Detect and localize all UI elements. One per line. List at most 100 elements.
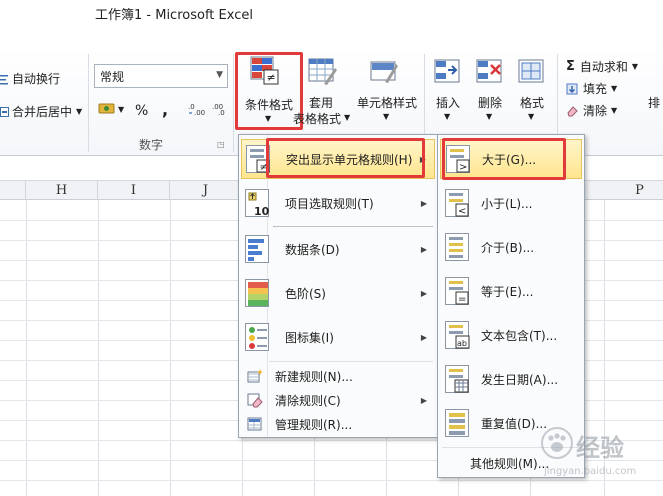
duplicate-values-icon: [445, 409, 469, 437]
title-bar: 工作簿1 - Microsoft Excel: [0, 0, 663, 48]
format-cells-icon: [518, 58, 546, 86]
wrap-text-icon: [0, 73, 10, 85]
delete-label: 删除: [477, 96, 502, 110]
manage-rules-label: 管理规则(R)...: [275, 417, 353, 432]
equal-to-icon: =: [445, 277, 469, 305]
delete-cells-button[interactable]: 删除 ▼: [470, 54, 510, 128]
submenu-item-less-than[interactable]: < 小于(L)...: [440, 183, 582, 223]
fill-label: 填充: [583, 82, 608, 96]
menu-item-clear-rules[interactable]: 清除规则(C) ▶: [241, 389, 435, 411]
icon-sets-label: 图标集(I): [285, 330, 334, 345]
annotation-highlight: [442, 138, 566, 180]
paw-icon: [540, 426, 574, 460]
menu-item-color-scales[interactable]: 色阶(S) ▶: [241, 273, 435, 313]
window-title: 工作簿1 - Microsoft Excel: [95, 8, 253, 23]
number-format-combo[interactable]: 常规 ▼: [94, 64, 228, 88]
format-as-table-button[interactable]: 套用 表格格式 ▼: [293, 54, 354, 128]
autosum-button[interactable]: Σ 自动求和 ▼: [566, 58, 638, 75]
menu-item-new-rule[interactable]: 新建规则(N)...: [241, 365, 435, 387]
cell-styles-button[interactable]: 单元格样式 ▼: [352, 54, 422, 128]
decrease-decimal-button[interactable]: .00.0: [212, 102, 230, 119]
text-contains-label: 文本包含(T)...: [481, 328, 558, 343]
gridline-vertical: [26, 200, 27, 496]
less-than-label: 小于(L)...: [481, 196, 533, 211]
column-header-j[interactable]: J: [170, 181, 242, 200]
new-rule-icon: [247, 368, 263, 384]
color-scales-label: 色阶(S): [285, 286, 326, 301]
clear-button[interactable]: 清除 ▼: [566, 102, 617, 119]
less-than-icon: <: [445, 189, 469, 217]
merge-center-button[interactable]: 合并后居中 ▼: [0, 103, 82, 120]
svg-text:<: <: [458, 206, 466, 217]
cell-styles-icon: [370, 58, 400, 86]
clear-label: 清除: [583, 104, 608, 118]
svg-text:ab: ab: [457, 339, 467, 348]
submenu-arrow-icon: ▶: [420, 244, 427, 254]
submenu-item-text-contains[interactable]: ab 文本包含(T)...: [440, 315, 582, 355]
cell-styles-label: 单元格样式: [356, 96, 417, 110]
icon-sets-icon: [245, 323, 269, 351]
gridline-vertical: [170, 200, 171, 496]
fill-button[interactable]: 填充 ▼: [566, 80, 617, 97]
column-header-partial[interactable]: [0, 181, 26, 200]
gridline-vertical: [98, 200, 99, 496]
wrap-text-button[interactable]: 自动换行: [0, 70, 60, 87]
chevron-down-icon: ▼: [611, 106, 618, 115]
menu-item-top-bottom-rules[interactable]: 10 项目选取规则(T) ▶: [241, 183, 435, 223]
chevron-down-icon: ▼: [118, 104, 125, 114]
watermark-site: jingyan.baidu.com: [544, 466, 637, 477]
submenu-arrow-icon: ▶: [420, 198, 427, 208]
menu-separator: [273, 226, 433, 227]
menu-item-data-bars[interactable]: 数据条(D) ▶: [241, 229, 435, 269]
percent-button[interactable]: %: [135, 103, 148, 119]
chevron-down-icon: ▼: [216, 70, 223, 80]
submenu-arrow-icon: ▶: [420, 332, 427, 342]
column-header-h[interactable]: H: [26, 181, 98, 200]
column-header-i[interactable]: I: [98, 181, 170, 200]
chevron-down-icon: ▼: [631, 62, 639, 71]
date-occurring-label: 发生日期(A)...: [481, 372, 559, 387]
top-bottom-rules-label: 项目选取规则(T): [285, 196, 374, 211]
comma-style-button[interactable]: ,: [162, 100, 168, 119]
decrease-decimal-icon: .00.0: [212, 102, 230, 117]
delete-cells-icon: [476, 58, 504, 86]
chevron-down-icon: ▼: [528, 112, 535, 121]
chevron-down-icon: ▼: [344, 113, 351, 122]
submenu-item-between[interactable]: 介于(B)...: [440, 227, 582, 267]
chevron-down-icon: ▼: [611, 84, 618, 93]
svg-text:=: =: [458, 294, 466, 305]
dialog-launcher-icon[interactable]: ◳: [217, 140, 225, 149]
chevron-down-icon: ▼: [444, 112, 451, 121]
increase-decimal-button[interactable]: .0.00: [188, 102, 206, 119]
conditional-formatting-menu: ≠ 突出显示单元格规则(H) ▶ 10 项目选取规则(T) ▶ 数据条(D) ▶: [238, 134, 438, 438]
menu-separator: [269, 361, 433, 362]
color-scales-icon: [245, 279, 269, 307]
between-icon: [445, 233, 469, 261]
increase-decimal-icon: .0.00: [188, 102, 206, 117]
top-bottom-rules-icon: 10: [245, 189, 270, 218]
submenu-arrow-icon: ▶: [420, 395, 427, 405]
baidu-jingyan-watermark: 经验 jingyan.baidu.com: [538, 420, 662, 492]
annotation-highlight: [266, 138, 425, 178]
insert-cells-button[interactable]: 插入 ▼: [428, 54, 468, 128]
menu-item-icon-sets[interactable]: 图标集(I) ▶: [241, 317, 435, 357]
fill-down-icon: [566, 83, 578, 95]
insert-cells-icon: [434, 58, 462, 86]
svg-text:10: 10: [254, 205, 270, 218]
chevron-down-icon: ▼: [76, 107, 83, 116]
menu-item-manage-rules[interactable]: 管理规则(R)...: [241, 413, 435, 435]
submenu-item-date-occurring[interactable]: 发生日期(A)...: [440, 359, 582, 399]
format-cells-button[interactable]: 格式 ▼: [512, 54, 552, 128]
wrap-text-label: 自动换行: [12, 72, 61, 86]
column-header-p[interactable]: P: [604, 181, 663, 200]
merge-center-icon: [0, 106, 10, 118]
number-format-value: 常规: [100, 70, 125, 84]
sort-filter-button-partial[interactable]: 排: [648, 94, 660, 111]
clear-rules-label: 清除规则(C): [275, 393, 341, 408]
data-bars-icon: [245, 235, 269, 263]
eraser-icon: [566, 105, 578, 117]
currency-icon: [98, 102, 116, 116]
watermark-text: 经验: [576, 434, 624, 462]
accounting-format-button[interactable]: ▼: [98, 102, 124, 116]
submenu-item-equal-to[interactable]: = 等于(E)...: [440, 271, 582, 311]
